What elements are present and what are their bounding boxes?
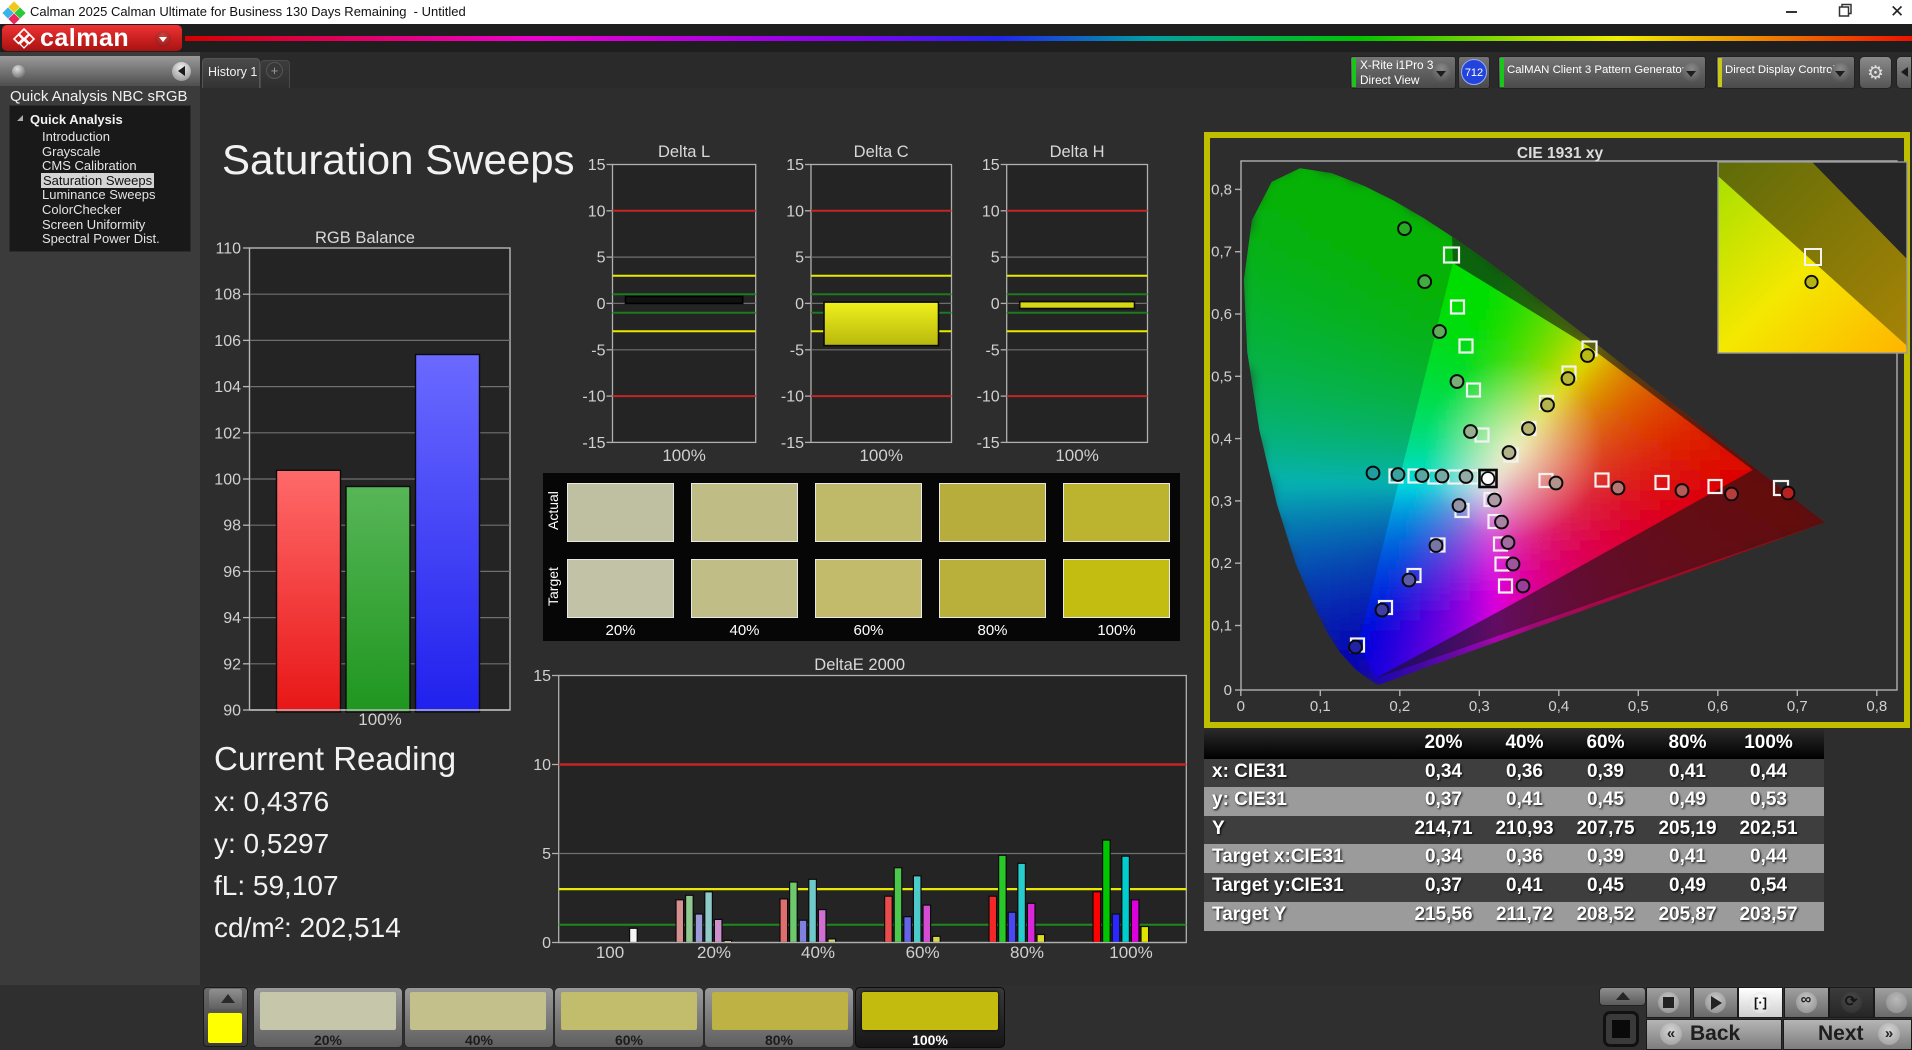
svg-text:-15: -15	[781, 435, 804, 452]
svg-text:5: 5	[597, 250, 606, 267]
svg-text:108: 108	[214, 287, 241, 304]
svg-text:5: 5	[542, 846, 551, 863]
svg-text:0,3: 0,3	[1211, 493, 1232, 510]
svg-text:92: 92	[223, 656, 241, 673]
svg-text:0,4: 0,4	[1548, 698, 1569, 715]
svg-text:15: 15	[588, 157, 606, 174]
svg-text:-5: -5	[591, 342, 605, 359]
svg-text:Delta C: Delta C	[854, 143, 909, 161]
svg-text:90: 90	[223, 703, 241, 720]
svg-text:0,7: 0,7	[1211, 244, 1232, 261]
svg-text:0,2: 0,2	[1389, 698, 1410, 715]
svg-text:100: 100	[596, 943, 624, 960]
svg-text:Delta H: Delta H	[1050, 143, 1105, 161]
svg-text:104: 104	[214, 379, 241, 396]
svg-text:-10: -10	[582, 389, 605, 406]
svg-text:102: 102	[214, 425, 241, 442]
svg-text:96: 96	[223, 564, 241, 581]
svg-text:0,5: 0,5	[1211, 368, 1232, 385]
svg-text:DeltaE 2000: DeltaE 2000	[814, 656, 905, 674]
svg-text:-10: -10	[781, 389, 804, 406]
svg-text:80%: 80%	[1010, 943, 1044, 960]
svg-text:100%: 100%	[662, 446, 705, 465]
svg-text:106: 106	[214, 333, 241, 350]
svg-text:100%: 100%	[1055, 446, 1098, 465]
svg-text:0,6: 0,6	[1211, 306, 1232, 323]
svg-text:-15: -15	[977, 435, 1000, 452]
svg-text:100%: 100%	[859, 446, 902, 465]
svg-text:-5: -5	[985, 342, 999, 359]
svg-text:100: 100	[214, 472, 241, 489]
svg-text:10: 10	[588, 203, 606, 220]
svg-text:15: 15	[786, 157, 804, 174]
svg-text:0,5: 0,5	[1628, 698, 1649, 715]
svg-text:CIE 1931 xy: CIE 1931 xy	[1517, 145, 1604, 162]
svg-text:100%: 100%	[358, 710, 401, 729]
svg-text:5: 5	[795, 250, 804, 267]
svg-text:15: 15	[533, 668, 551, 685]
svg-text:100%: 100%	[1109, 943, 1152, 960]
svg-text:0,8: 0,8	[1211, 181, 1232, 198]
svg-text:-15: -15	[582, 435, 605, 452]
svg-text:0: 0	[597, 296, 606, 313]
svg-text:20%: 20%	[697, 943, 731, 960]
svg-text:0: 0	[542, 935, 551, 952]
svg-text:94: 94	[223, 610, 241, 627]
svg-text:0: 0	[1237, 698, 1245, 715]
svg-text:10: 10	[786, 203, 804, 220]
svg-text:-10: -10	[977, 389, 1000, 406]
svg-text:110: 110	[215, 241, 241, 258]
svg-text:0,1: 0,1	[1310, 698, 1331, 715]
svg-text:Delta L: Delta L	[658, 143, 710, 161]
svg-text:40%: 40%	[801, 943, 835, 960]
svg-text:60%: 60%	[906, 943, 940, 960]
svg-text:0: 0	[1224, 682, 1232, 699]
svg-text:0: 0	[991, 296, 1000, 313]
svg-text:98: 98	[223, 518, 241, 535]
svg-text:10: 10	[982, 203, 1000, 220]
svg-text:0,2: 0,2	[1211, 555, 1232, 572]
svg-text:0,3: 0,3	[1469, 698, 1490, 715]
svg-text:RGB Balance: RGB Balance	[315, 229, 415, 247]
svg-text:15: 15	[982, 157, 1000, 174]
svg-text:0,8: 0,8	[1866, 698, 1887, 715]
svg-text:0,6: 0,6	[1707, 698, 1728, 715]
svg-text:-5: -5	[790, 342, 804, 359]
svg-text:10: 10	[533, 757, 551, 774]
svg-text:0: 0	[795, 296, 804, 313]
svg-text:0,1: 0,1	[1211, 618, 1232, 635]
svg-text:5: 5	[991, 250, 1000, 267]
svg-text:0,4: 0,4	[1211, 431, 1232, 448]
svg-text:0,7: 0,7	[1787, 698, 1808, 715]
